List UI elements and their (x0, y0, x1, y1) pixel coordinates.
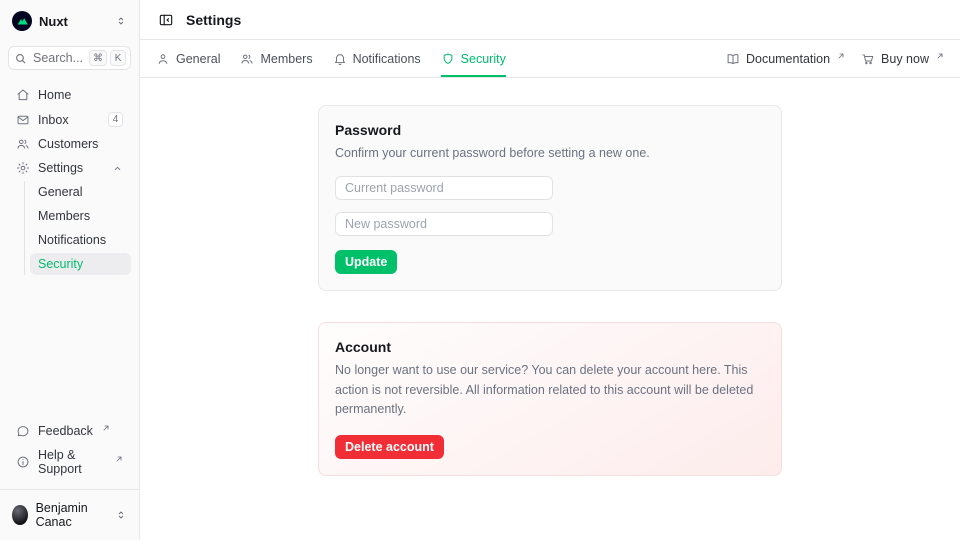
users-icon (16, 137, 30, 151)
new-password-input[interactable] (335, 212, 553, 236)
external-link-icon (115, 455, 123, 463)
tab-label: Security (461, 52, 506, 66)
divider (0, 489, 139, 490)
tab-label: General (176, 52, 220, 66)
workspace-selector[interactable]: Nuxt (8, 8, 131, 34)
sidebar-item-label: Customers (38, 137, 98, 151)
search-input[interactable]: Search... ⌘ K (8, 46, 131, 70)
sidebar-item-notifications[interactable]: Notifications (30, 229, 131, 251)
bell-icon (333, 52, 347, 66)
book-icon (726, 52, 740, 66)
sidebar-item-label: Settings (38, 161, 83, 175)
info-circle-icon (16, 455, 30, 469)
settings-security-content: Password Confirm your current password b… (140, 78, 960, 540)
main-area: Settings General Members Notifications (140, 0, 960, 540)
sidebar-item-home[interactable]: Home (8, 84, 131, 106)
sidebar: Nuxt Search... ⌘ K Home Inbox 4 Customer… (0, 0, 140, 540)
external-link-icon (102, 424, 110, 432)
sidebar-item-general[interactable]: General (30, 181, 131, 203)
settings-tabbar: General Members Notifications Security (140, 40, 960, 78)
chevron-up-down-icon (115, 15, 127, 27)
documentation-link[interactable]: Documentation (726, 52, 845, 66)
sidebar-item-settings[interactable]: Settings (8, 157, 131, 179)
kbd-k: K (110, 50, 126, 66)
sidebar-item-members[interactable]: Members (30, 205, 131, 227)
sidebar-item-label: Home (38, 88, 71, 102)
chevron-up-down-icon (115, 509, 127, 521)
sidebar-item-security[interactable]: Security (30, 253, 131, 275)
tab-label: Members (260, 52, 312, 66)
current-password-input[interactable] (335, 176, 553, 200)
external-link-icon (936, 52, 944, 60)
tab-label: Notifications (353, 52, 421, 66)
tab-notifications[interactable]: Notifications (333, 40, 421, 77)
search-placeholder: Search... (33, 51, 83, 65)
sidebar-item-help-support[interactable]: Help & Support (8, 444, 131, 480)
sidebar-item-feedback[interactable]: Feedback (8, 420, 131, 442)
tab-security[interactable]: Security (441, 40, 506, 77)
account-card-title: Account (335, 339, 765, 355)
inbox-count-badge: 4 (108, 112, 123, 127)
gear-icon (16, 161, 30, 175)
user-icon (156, 52, 170, 66)
chat-bubble-icon (16, 424, 30, 438)
kbd-meta: ⌘ (89, 50, 107, 66)
search-icon (14, 52, 27, 65)
password-card: Password Confirm your current password b… (318, 105, 782, 291)
buy-now-link[interactable]: Buy now (861, 52, 944, 66)
password-card-title: Password (335, 122, 765, 138)
password-card-description: Confirm your current password before set… (335, 144, 765, 163)
user-menu[interactable]: Benjamin Canac (8, 498, 131, 532)
sidebar-item-label: Inbox (38, 113, 69, 127)
tab-members[interactable]: Members (240, 40, 312, 77)
account-card: Account No longer want to use our servic… (318, 322, 782, 475)
users-icon (240, 52, 254, 66)
inbox-icon (16, 113, 30, 127)
sidebar-item-label: Feedback (38, 424, 93, 438)
avatar (12, 505, 28, 525)
nuxt-logo-icon (12, 11, 32, 31)
account-card-description: No longer want to use our service? You c… (335, 361, 765, 419)
collapse-sidebar-button[interactable] (156, 10, 176, 30)
chevron-up-icon (112, 163, 123, 174)
home-icon (16, 88, 30, 102)
sidebar-item-customers[interactable]: Customers (8, 133, 131, 155)
toolbar-link-label: Documentation (746, 52, 830, 66)
page-title: Settings (186, 12, 241, 28)
external-link-icon (837, 52, 845, 60)
workspace-name: Nuxt (39, 14, 68, 29)
user-name: Benjamin Canac (36, 501, 107, 529)
sidebar-item-inbox[interactable]: Inbox 4 (8, 108, 131, 131)
tab-general[interactable]: General (156, 40, 220, 77)
shield-icon (441, 52, 455, 66)
update-password-button[interactable]: Update (335, 250, 397, 274)
sidebar-item-label: Help & Support (38, 448, 106, 476)
settings-subnav: General Members Notifications Security (24, 181, 131, 275)
toolbar-link-label: Buy now (881, 52, 929, 66)
page-header: Settings (140, 0, 960, 40)
cart-icon (861, 52, 875, 66)
delete-account-button[interactable]: Delete account (335, 435, 444, 459)
